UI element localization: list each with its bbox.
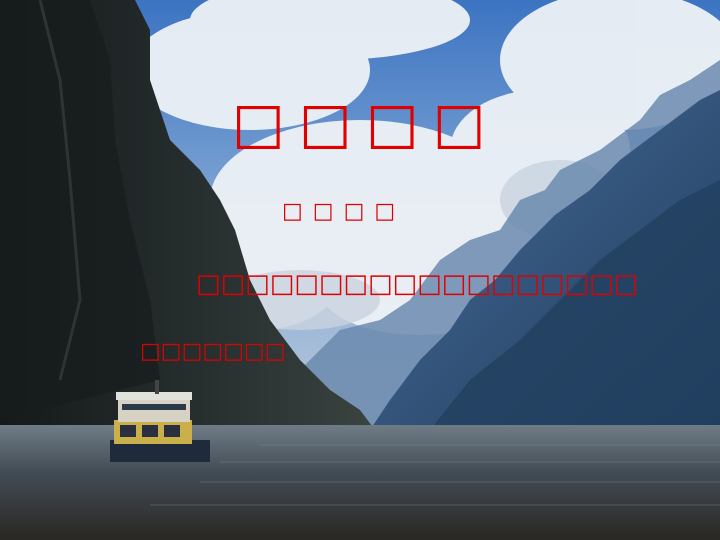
slide-title: □□□□ [232,91,500,156]
slide-subtitle: □□□□ [282,199,406,224]
slide-text-line-1: □□□□□□□□□□□□□□□□□□ [196,269,639,299]
slide-text-line-2: □□□□□□□ [140,339,286,364]
